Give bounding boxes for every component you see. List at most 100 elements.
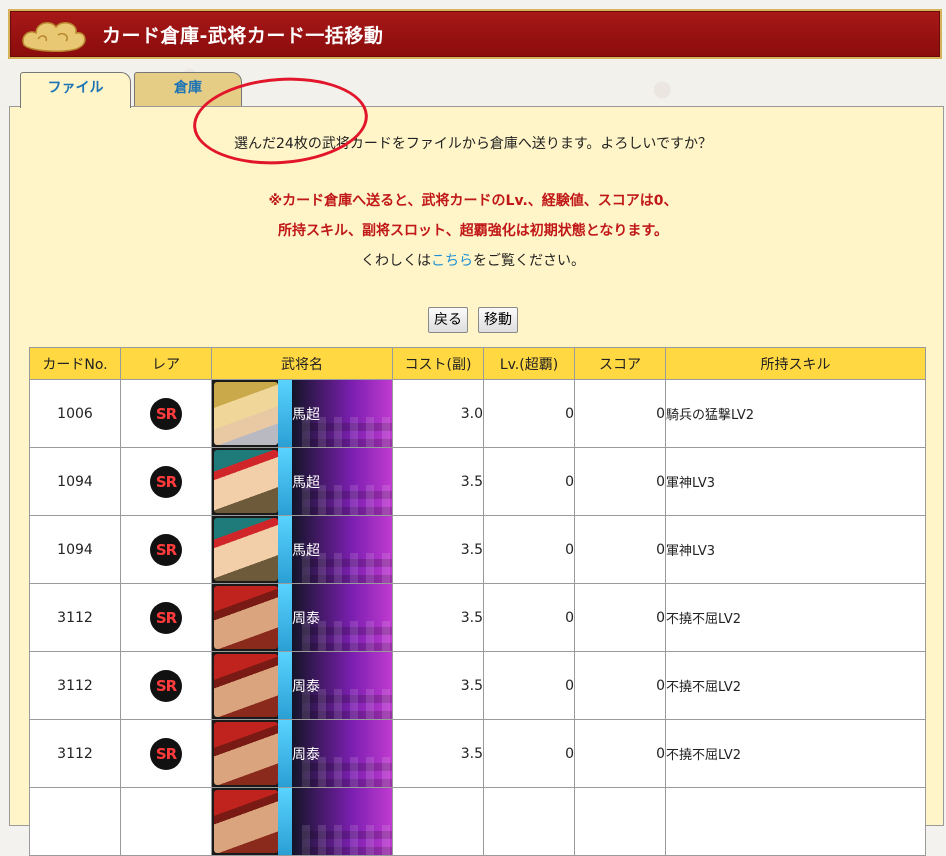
general-card-image: 馬超 (212, 516, 392, 583)
card-no-cell: 1006 (29, 379, 121, 448)
general-cell (211, 787, 393, 856)
rarity-badge: SR (150, 533, 182, 566)
card-no-cell: 1094 (29, 447, 121, 516)
general-card-image: 馬超 (212, 380, 392, 447)
level-cell: 0 (483, 379, 575, 448)
card-no-cell: 1094 (29, 515, 121, 584)
level-cell: 0 (483, 583, 575, 652)
general-portrait (214, 654, 278, 717)
cost-cell: 3.5 (392, 651, 484, 720)
move-button[interactable]: 移動 (478, 307, 518, 333)
general-portrait (214, 518, 278, 581)
card-frame-stripe (278, 380, 292, 447)
skill-cell (665, 787, 926, 856)
general-name: 馬超 (292, 543, 320, 559)
score-cell: 0 (574, 651, 666, 720)
tab-file[interactable]: ファイル (20, 72, 131, 108)
rarity-cell (120, 787, 212, 856)
level-cell: 0 (483, 447, 575, 516)
general-name: 馬超 (292, 407, 320, 423)
detail-prefix: くわしくは (361, 253, 431, 269)
card-frame-pattern (302, 825, 392, 855)
confirm-message: 選んだ24枚の武将カードをファイルから倉庫へ送ります。よろしいですか？ (234, 136, 712, 152)
warning-line-2: 所持スキル、副将スロット、超覇強化は初期状態となります。 (278, 223, 668, 239)
header-level[interactable]: Lv.(超覇) (483, 347, 575, 380)
header-card-no[interactable]: カードNo. (29, 347, 121, 380)
detail-suffix: をご覧ください。 (473, 253, 585, 269)
general-card-image: 馬超 (212, 448, 392, 515)
page-header: カード倉庫-武将カード一括移動 (8, 9, 942, 59)
rarity-cell: SR (120, 447, 212, 516)
general-cell: 馬超 (211, 515, 393, 584)
card-table: カードNo. レア 武将名 コスト(副) Lv.(超覇) スコア 所持スキル 1… (29, 347, 926, 856)
table-row (29, 787, 926, 856)
general-card-image: 周泰 (212, 652, 392, 719)
level-cell (483, 787, 575, 856)
table-row: 1094 SR 馬超 3.5 0 0 軍神LV3 (29, 515, 926, 584)
general-name: 周泰 (292, 679, 320, 695)
tab-warehouse-label: 倉庫 (174, 80, 202, 96)
general-name: 周泰 (292, 611, 320, 627)
cost-cell (392, 787, 484, 856)
score-cell: 0 (574, 719, 666, 788)
score-cell: 0 (574, 447, 666, 516)
header-score[interactable]: スコア (574, 347, 666, 380)
rarity-cell: SR (120, 651, 212, 720)
rarity-cell: SR (120, 379, 212, 448)
header-rarity[interactable]: レア (120, 347, 212, 380)
table-header-row: カードNo. レア 武将名 コスト(副) Lv.(超覇) スコア 所持スキル (29, 347, 926, 380)
card-frame-stripe (278, 448, 292, 515)
skill-cell: 騎兵の猛撃LV2 (665, 379, 926, 448)
cost-cell: 3.5 (392, 583, 484, 652)
skill-cell: 不撓不屈LV2 (665, 583, 926, 652)
warning-line-1: ※カード倉庫へ送ると、武将カードのLv.、経験値、スコアは0、 (268, 193, 678, 209)
card-frame-stripe (278, 720, 292, 787)
rarity-cell: SR (120, 583, 212, 652)
card-no-cell: 3112 (29, 583, 121, 652)
general-portrait (214, 586, 278, 649)
back-button[interactable]: 戻る (428, 307, 468, 333)
header-cost[interactable]: コスト(副) (392, 347, 484, 380)
card-frame-stripe (278, 788, 292, 855)
general-name: 馬超 (292, 475, 320, 491)
card-frame-stripe (278, 652, 292, 719)
header-skill[interactable]: 所持スキル (665, 347, 926, 380)
score-cell (574, 787, 666, 856)
general-portrait (214, 450, 278, 513)
level-cell: 0 (483, 651, 575, 720)
general-cell: 周泰 (211, 719, 393, 788)
rarity-cell: SR (120, 515, 212, 584)
table-row: 3112 SR 周泰 3.5 0 0 不撓不屈LV2 (29, 583, 926, 652)
general-portrait (214, 382, 278, 445)
tab-file-label: ファイル (47, 80, 104, 96)
card-no-cell (29, 787, 121, 856)
rarity-cell: SR (120, 719, 212, 788)
table-row: 1094 SR 馬超 3.5 0 0 軍神LV3 (29, 447, 926, 516)
level-cell: 0 (483, 515, 575, 584)
card-frame-stripe (278, 516, 292, 583)
skill-cell: 不撓不屈LV2 (665, 719, 926, 788)
card-frame-stripe (278, 584, 292, 651)
general-cell: 周泰 (211, 651, 393, 720)
cost-cell: 3.5 (392, 447, 484, 516)
card-no-cell: 3112 (29, 651, 121, 720)
tab-warehouse[interactable]: 倉庫 (134, 72, 242, 107)
rarity-badge: SR (150, 601, 182, 634)
score-cell: 0 (574, 515, 666, 584)
general-cell: 馬超 (211, 379, 393, 448)
score-cell: 0 (574, 379, 666, 448)
level-cell: 0 (483, 719, 575, 788)
card-no-cell: 3112 (29, 719, 121, 788)
table-row: 1006 SR 馬超 3.0 0 0 騎兵の猛撃LV2 (29, 379, 926, 448)
cost-cell: 3.0 (392, 379, 484, 448)
rarity-badge: SR (150, 465, 182, 498)
table-row: 3112 SR 周泰 3.5 0 0 不撓不屈LV2 (29, 719, 926, 788)
skill-cell: 軍神LV3 (665, 515, 926, 584)
header-general-name[interactable]: 武将名 (211, 347, 393, 380)
detail-link[interactable]: こちら (431, 253, 473, 269)
general-card-image (212, 788, 392, 855)
score-cell: 0 (574, 583, 666, 652)
detail-line: くわしくはこちらをご覧ください。 (0, 250, 946, 270)
skill-cell: 軍神LV3 (665, 447, 926, 516)
cost-cell: 3.5 (392, 719, 484, 788)
